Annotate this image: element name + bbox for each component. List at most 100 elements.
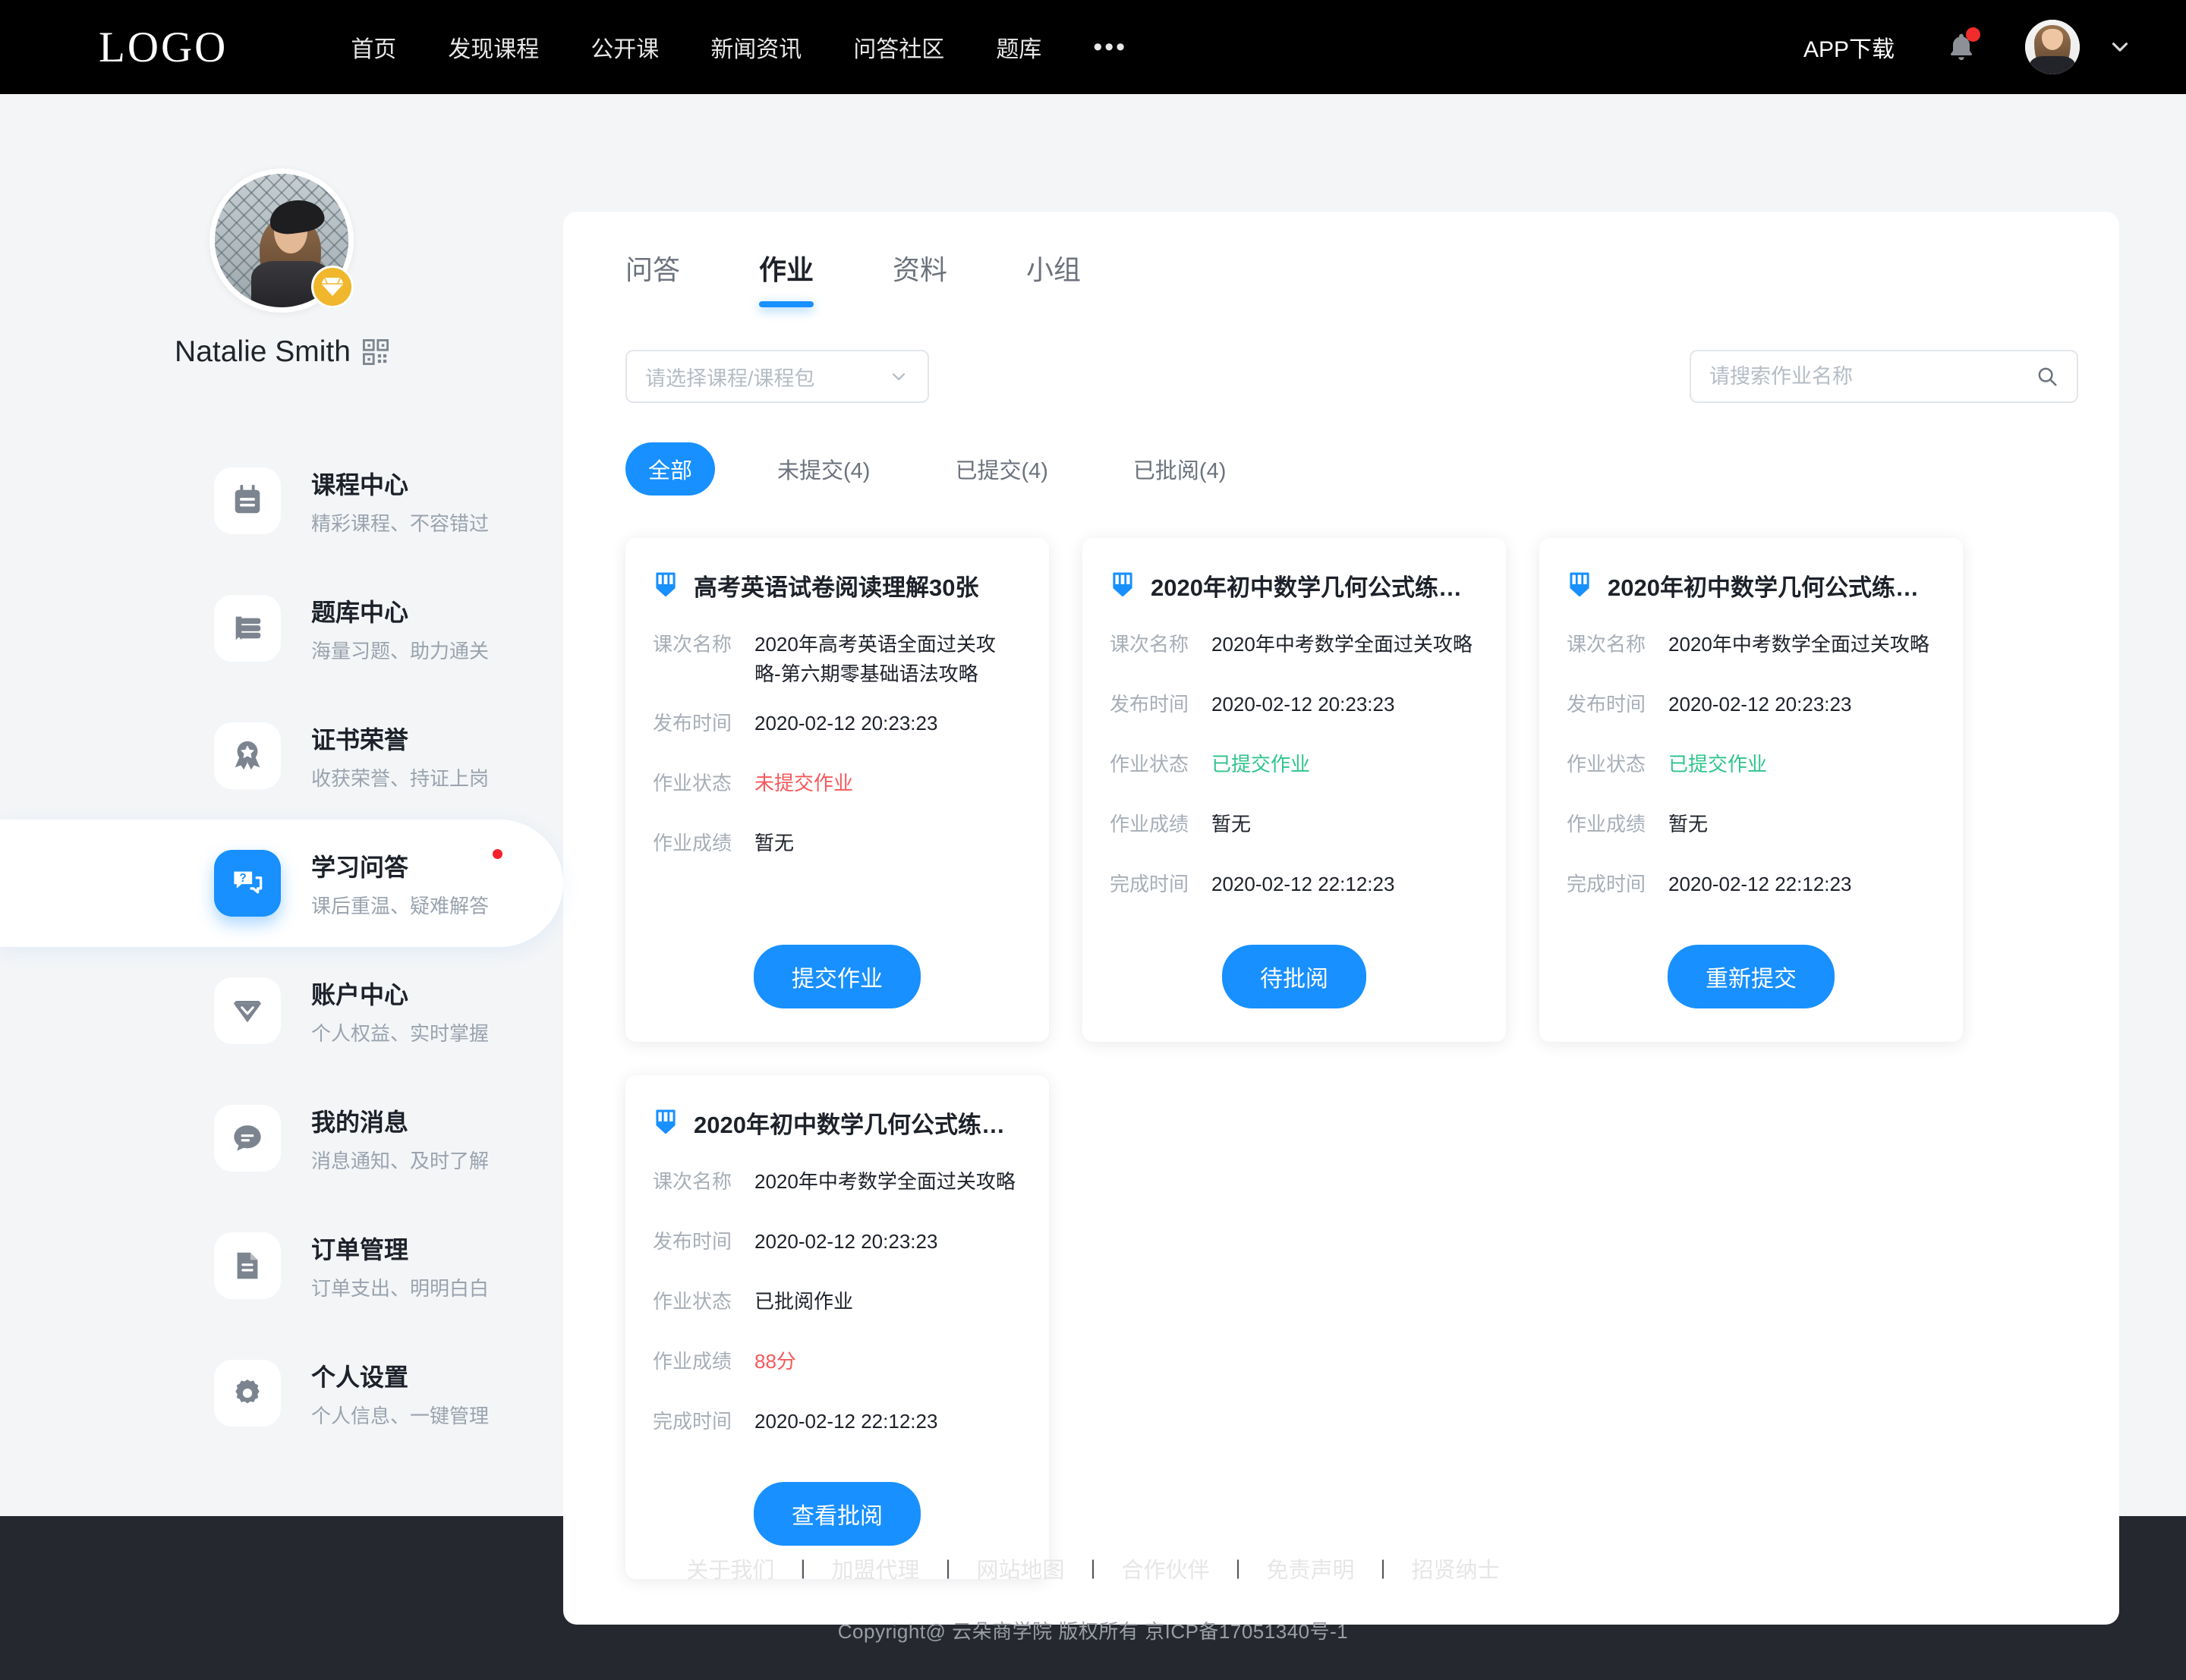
card-spacer xyxy=(653,878,1022,927)
course-select[interactable]: 请选择课程/课程包 xyxy=(625,350,929,403)
homework-pen-icon xyxy=(656,1109,676,1134)
sidebar-item-order-management[interactable]: 订单管理 订单支出、明明白白 xyxy=(0,1202,563,1329)
card-field-publish-time: 发布时间 2020-02-12 20:23:23 xyxy=(1567,690,1936,719)
tab-materials[interactable]: 资料 xyxy=(893,248,990,307)
footer-link-partners[interactable]: 合作伙伴 xyxy=(1096,1553,1236,1584)
calendar-icon xyxy=(235,484,260,514)
field-label: 发布时间 xyxy=(1110,693,1189,716)
sidebar-item-texts: 证书荣誉 收获荣誉、持证上岗 xyxy=(311,721,489,791)
card-field-publish-time: 发布时间 2020-02-12 20:23:23 xyxy=(653,709,1022,738)
question-chat-icon-wrap: ? xyxy=(214,850,281,917)
course-select-value: 请选择课程/课程包 xyxy=(645,367,815,390)
status-filter-pills: 全部 未提交(4) 已提交(4) 已批阅(4) xyxy=(625,442,2078,496)
qr-code-icon[interactable] xyxy=(362,339,389,365)
search-input[interactable] xyxy=(1709,364,2036,389)
filter-pill-reviewed[interactable]: 已批阅(4) xyxy=(1110,442,1249,496)
card-spacer xyxy=(1110,919,1479,927)
site-logo[interactable]: LOGO xyxy=(99,26,228,69)
homework-card[interactable]: 2020年初中数学几何公式练习作... 课次名称 2020年中考数学全面过关攻略… xyxy=(1082,538,1506,1042)
field-label: 完成时间 xyxy=(1110,873,1189,895)
sidebar-item-account-center[interactable]: 账户中心 个人权益、实时掌握 xyxy=(0,947,563,1074)
sidebar-item-my-messages[interactable]: 我的消息 消息通知、及时了解 xyxy=(0,1074,563,1202)
notification-bell-button[interactable] xyxy=(1945,27,1980,64)
sidebar-item-label: 个人设置 xyxy=(311,1363,409,1391)
footer-link-disclaimer[interactable]: 免责声明 xyxy=(1241,1553,1381,1584)
status-badge: 已批阅作业 xyxy=(754,1290,854,1313)
filter-pill-submitted[interactable]: 已提交(4) xyxy=(932,442,1070,496)
sidebar-item-sublabel: 海量习题、助力通关 xyxy=(311,639,490,662)
footer-link-about[interactable]: 关于我们 xyxy=(660,1553,800,1584)
field-value: 2020年高考英语全面过关攻略-第六期零基础语法攻略 xyxy=(754,633,996,685)
content-tabs: 问答 作业 资料 小组 xyxy=(625,248,2078,307)
search-box xyxy=(1690,350,2078,403)
card-spacer xyxy=(653,1456,1022,1464)
sidebar-item-label: 账户中心 xyxy=(311,980,409,1008)
sidebar-item-course-center[interactable]: 课程中心 精彩课程、不容错过 xyxy=(0,437,563,565)
homework-card[interactable]: 2020年初中数学几何公式练习作... 课次名称 2020年中考数学全面过关攻略… xyxy=(625,1075,1049,1579)
svg-text:?: ? xyxy=(239,872,246,885)
sidebar-item-question-bank[interactable]: 题库中心 海量习题、助力通关 xyxy=(0,565,563,692)
nav-item-discover-courses[interactable]: 发现课程 xyxy=(422,30,565,64)
card-field-score: 作业成绩 暂无 xyxy=(1110,810,1479,839)
field-value: 暂无 xyxy=(1211,813,1252,835)
footer-link-franchise[interactable]: 加盟代理 xyxy=(805,1553,945,1584)
field-value: 2020-02-12 22:12:23 xyxy=(754,1410,938,1433)
card-header: 2020年初中数学几何公式练习作... xyxy=(1110,568,1479,602)
avatar[interactable] xyxy=(2025,20,2080,74)
resubmit-button[interactable]: 重新提交 xyxy=(1668,945,1835,1008)
nav-item-news[interactable]: 新闻资讯 xyxy=(685,30,827,64)
nav-item-question-bank[interactable]: 题库 xyxy=(970,30,1067,64)
submit-homework-button[interactable]: 提交作业 xyxy=(754,945,921,1008)
sidebar-item-certificates[interactable]: 证书荣誉 收获荣誉、持证上岗 xyxy=(0,692,563,820)
profile-name-row: Natalie Smith xyxy=(175,335,389,369)
top-navigation-bar: LOGO 首页 发现课程 公开课 新闻资讯 问答社区 题库 ••• APP下载 xyxy=(0,0,2186,94)
chevron-down-icon xyxy=(2112,42,2128,52)
sidebar-item-texts: 订单管理 订单支出、明明白白 xyxy=(311,1231,489,1301)
homework-card-list: 高考英语试卷阅读理解30张 课次名称 2020年高考英语全面过关攻略-第六期零基… xyxy=(625,538,2078,1579)
status-badge: 已提交作业 xyxy=(1211,753,1311,776)
document-icon xyxy=(237,1252,258,1279)
field-value: 2020-02-12 22:12:23 xyxy=(1668,873,1852,895)
tab-qa[interactable]: 问答 xyxy=(625,248,723,307)
field-label: 课次名称 xyxy=(653,1170,732,1193)
field-label: 作业状态 xyxy=(1567,753,1646,776)
card-field-score: 作业成绩 88分 xyxy=(653,1347,1022,1376)
sidebar-item-texts: 课程中心 精彩课程、不容错过 xyxy=(311,466,489,536)
sidebar-item-learning-qa[interactable]: ? 学习问答 课后重温、疑难解答 xyxy=(0,820,563,947)
search-icon[interactable] xyxy=(2036,365,2058,388)
card-field-status: 作业状态 未提交作业 xyxy=(653,769,1022,798)
books-icon-wrap xyxy=(214,595,281,662)
field-label: 作业成绩 xyxy=(653,1350,732,1373)
filter-pill-unsubmitted[interactable]: 未提交(4) xyxy=(754,442,893,496)
ellipsis-icon[interactable]: ••• xyxy=(1067,33,1153,62)
footer-link-careers[interactable]: 招贤纳士 xyxy=(1386,1553,1526,1584)
field-label: 课次名称 xyxy=(1110,633,1189,656)
footer-link-sitemap[interactable]: 网站地图 xyxy=(950,1553,1090,1584)
sidebar-item-personal-settings[interactable]: 个人设置 个人信息、一键管理 xyxy=(0,1329,563,1457)
pending-review-button[interactable]: 待批阅 xyxy=(1222,945,1366,1008)
sidebar-menu: 课程中心 精彩课程、不容错过 题库中心 海量习题、助力通关 证书荣誉 收获荣誉、… xyxy=(0,437,563,1457)
nav-item-open-class[interactable]: 公开课 xyxy=(565,30,685,64)
nav-item-qa-community[interactable]: 问答社区 xyxy=(827,30,970,64)
account-dropdown-button[interactable] xyxy=(2107,34,2133,60)
card-field-course: 课次名称 2020年中考数学全面过关攻略 xyxy=(1567,630,1936,659)
homework-card[interactable]: 高考英语试卷阅读理解30张 课次名称 2020年高考英语全面过关攻略-第六期零基… xyxy=(625,538,1049,1042)
content-panel: 问答 作业 资料 小组 请选择课程/课程包 请搜索作业名称 全部 未提交(4) … xyxy=(563,212,2119,1625)
nav-item-home[interactable]: 首页 xyxy=(325,30,422,64)
diamond-icon xyxy=(233,1000,262,1023)
field-value: 2020年中考数学全面过关攻略 xyxy=(754,1170,1016,1193)
tab-groups[interactable]: 小组 xyxy=(1026,248,1123,307)
filter-pill-all[interactable]: 全部 xyxy=(625,442,716,496)
qr-code-glyph xyxy=(362,339,389,365)
card-field-course: 课次名称 2020年中考数学全面过关攻略 xyxy=(1110,630,1479,659)
view-review-button[interactable]: 查看批阅 xyxy=(754,1482,921,1546)
tab-homework[interactable]: 作业 xyxy=(759,248,856,307)
card-field-score: 作业成绩 暂无 xyxy=(653,829,1022,858)
filter-row: 请选择课程/课程包 xyxy=(625,350,2078,403)
field-label: 作业成绩 xyxy=(653,832,732,854)
field-label: 课次名称 xyxy=(1567,633,1646,656)
message-icon xyxy=(234,1125,261,1151)
app-download-link[interactable]: APP下载 xyxy=(1803,30,1895,64)
homework-card[interactable]: 2020年初中数学几何公式练习作... 课次名称 2020年中考数学全面过关攻略… xyxy=(1539,538,1963,1042)
page-body: Natalie Smith 课程中心 精彩课程、不容错过 题库中心 海量习题、助… xyxy=(0,94,2186,1625)
